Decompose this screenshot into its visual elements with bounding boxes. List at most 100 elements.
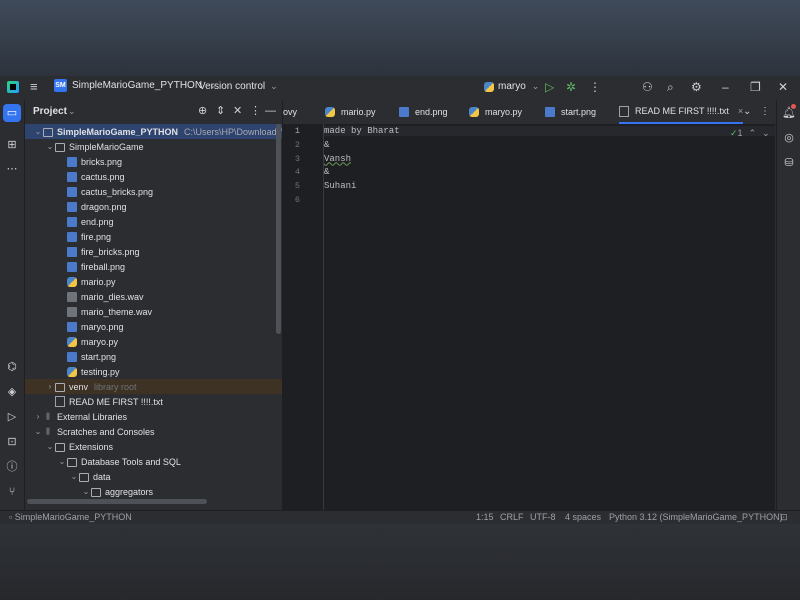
version-control-menu[interactable]: Version control ⌄ xyxy=(199,81,278,92)
editor-tab[interactable]: READ ME FIRST !!!!.txt × xyxy=(619,100,744,124)
chevron-up-icon[interactable]: ⌃ xyxy=(749,128,757,139)
tree-item[interactable]: cactus.png xyxy=(25,169,282,184)
editor-tab[interactable]: end.png xyxy=(399,100,448,124)
chevron-down-icon[interactable]: ⌄ xyxy=(45,142,55,151)
expand-all-icon[interactable]: ⇕ xyxy=(216,105,225,117)
terminal-icon[interactable]: ⊡ xyxy=(3,433,21,451)
tree-item[interactable]: mario_dies.wav xyxy=(25,289,282,304)
hide-panel-icon[interactable]: — xyxy=(265,105,276,117)
layers-icon[interactable]: ◈ xyxy=(3,383,21,401)
collapse-all-icon[interactable]: ✕ xyxy=(233,105,242,117)
main-menu-icon[interactable]: ≡ xyxy=(30,80,43,93)
run-tool-icon[interactable]: ▷ xyxy=(3,408,21,426)
add-user-icon[interactable]: ⚇ xyxy=(642,80,653,94)
tree-item[interactable]: ⌄ Database Tools and SQL xyxy=(25,454,282,469)
tab-label: mario.py xyxy=(341,107,376,117)
code-line[interactable]: Vansh xyxy=(324,154,351,164)
tree-item[interactable]: bricks.png xyxy=(25,154,282,169)
project-panel-title[interactable]: Project xyxy=(33,106,67,117)
chevron-down-icon[interactable]: ⌄ xyxy=(45,442,55,451)
chevron-down-icon[interactable]: ⌄ xyxy=(68,106,76,117)
chevron-down-icon[interactable]: ⌄ xyxy=(57,457,67,466)
tree-item[interactable]: fire.png xyxy=(25,229,282,244)
status-bar: ▫ SimpleMarioGame_PYTHON 1:15 CRLF UTF-8… xyxy=(0,510,800,524)
run-icon[interactable]: ▷ xyxy=(545,80,554,94)
tree-item[interactable]: mario.py xyxy=(25,274,282,289)
editor-tab[interactable]: mario.py xyxy=(325,100,376,124)
search-icon[interactable]: ⌕ xyxy=(667,80,674,94)
tree-item[interactable]: mario_theme.wav xyxy=(25,304,282,319)
code-line[interactable]: & xyxy=(324,140,329,150)
vertical-scrollbar[interactable] xyxy=(276,124,281,334)
tree-item[interactable]: end.png xyxy=(25,214,282,229)
database-icon[interactable]: ⛁ xyxy=(782,156,796,170)
tree-item-label: testing.py xyxy=(81,366,120,377)
tree-item[interactable]: ⌄ ⫼ Scratches and Consoles xyxy=(25,424,282,439)
chevron-right-icon[interactable]: › xyxy=(45,382,55,391)
restore-icon[interactable]: ❐ xyxy=(750,80,761,94)
chevron-down-icon[interactable]: ⌄ xyxy=(81,487,91,496)
tree-item[interactable]: READ ME FIRST !!!!.txt xyxy=(25,394,282,409)
project-folder-icon[interactable]: ▭ xyxy=(3,104,21,122)
tree-item[interactable]: ⌄ SimpleMarioGame_PYTHON C:\Users\HP\Downl… xyxy=(25,124,282,139)
git-branch-icon[interactable]: ⑂ xyxy=(3,483,21,501)
python-interpreter[interactable]: Python 3.12 (SimpleMarioGame_PYTHON) xyxy=(609,512,783,522)
chevron-down-icon[interactable]: ⌄ xyxy=(743,106,751,117)
tree-item[interactable]: ⌄ Extensions xyxy=(25,439,282,454)
file-encoding[interactable]: UTF-8 xyxy=(530,512,556,522)
lock-icon[interactable]: ⊡ xyxy=(780,512,788,523)
options-icon[interactable]: ⋮ xyxy=(250,105,261,117)
tree-item[interactable]: maryo.py xyxy=(25,334,282,349)
tree-item[interactable]: fireball.png xyxy=(25,259,282,274)
tab-options-icon[interactable]: ⋮ xyxy=(760,106,770,117)
code-line[interactable]: made by Bharat xyxy=(324,126,775,136)
tree-item-label: mario_dies.wav xyxy=(81,291,144,302)
gear-icon[interactable]: ⚙ xyxy=(691,80,702,94)
tree-item[interactable]: ⌄ aggregators xyxy=(25,484,282,499)
more-tools-icon[interactable]: ⋯ xyxy=(3,160,21,178)
close-icon[interactable]: ✕ xyxy=(778,80,788,94)
editor-tab[interactable]: ovy xyxy=(283,100,297,124)
tree-item[interactable]: › venv library root xyxy=(25,379,282,394)
project-switcher[interactable]: SM SimpleMarioGame_PYTHON ⌄ xyxy=(54,79,217,92)
code-line[interactable]: Suhani xyxy=(324,181,356,191)
debug-icon[interactable]: ✲ xyxy=(566,80,576,94)
chevron-down-icon[interactable]: ⌄ xyxy=(33,427,43,436)
tree-item-label: end.png xyxy=(81,216,114,227)
inspection-widget[interactable]: ✓1 ⌃ ⌄ xyxy=(730,128,770,139)
structure-icon[interactable]: ⊞ xyxy=(3,136,21,154)
minimize-icon[interactable]: – xyxy=(722,80,729,94)
chevron-right-icon[interactable]: › xyxy=(33,412,43,421)
python-packages-icon[interactable]: ⌬ xyxy=(3,358,21,376)
tree-item[interactable]: testing.py xyxy=(25,364,282,379)
chevron-down-icon[interactable]: ⌄ xyxy=(762,128,770,139)
ai-assistant-icon[interactable]: ◎ xyxy=(782,131,796,145)
image-file-icon xyxy=(67,216,77,227)
close-tab-icon[interactable]: × xyxy=(738,106,743,116)
notifications-icon[interactable]: 🔔︎ xyxy=(782,104,796,120)
editor-tab[interactable]: maryo.py xyxy=(469,100,522,124)
locate-file-icon[interactable]: ⊕ xyxy=(198,105,207,117)
breadcrumb[interactable]: ▫ SimpleMarioGame_PYTHON xyxy=(9,512,132,522)
more-actions-icon[interactable]: ⋮ xyxy=(589,80,601,94)
code-line[interactable]: & xyxy=(324,167,329,177)
caret-position[interactable]: 1:15 xyxy=(476,512,494,522)
horizontal-scrollbar[interactable] xyxy=(27,499,207,504)
tree-item[interactable]: maryo.png xyxy=(25,319,282,334)
tree-item[interactable]: cactus_bricks.png xyxy=(25,184,282,199)
indent-setting[interactable]: 4 spaces xyxy=(565,512,601,522)
line-separator[interactable]: CRLF xyxy=(500,512,524,522)
tree-item[interactable]: ⌄ data xyxy=(25,469,282,484)
tree-item[interactable]: › ⫼ External Libraries xyxy=(25,409,282,424)
chevron-down-icon[interactable]: ⌄ xyxy=(33,127,43,136)
chevron-down-icon[interactable]: ⌄ xyxy=(69,472,79,481)
tree-item[interactable]: dragon.png xyxy=(25,199,282,214)
editor-tab[interactable]: start.png xyxy=(545,100,596,124)
code-area[interactable]: made by Bharat & Vansh & Suhani xyxy=(324,124,775,510)
problems-icon[interactable]: ⓘ xyxy=(3,458,21,476)
run-configuration-selector[interactable]: maryo ⌄ xyxy=(484,81,539,92)
tree-item[interactable]: start.png xyxy=(25,349,282,364)
tree-item[interactable]: ⌄ SimpleMarioGame xyxy=(25,139,282,154)
tree-item[interactable]: fire_bricks.png xyxy=(25,244,282,259)
version-control-label: Version control xyxy=(199,81,266,92)
